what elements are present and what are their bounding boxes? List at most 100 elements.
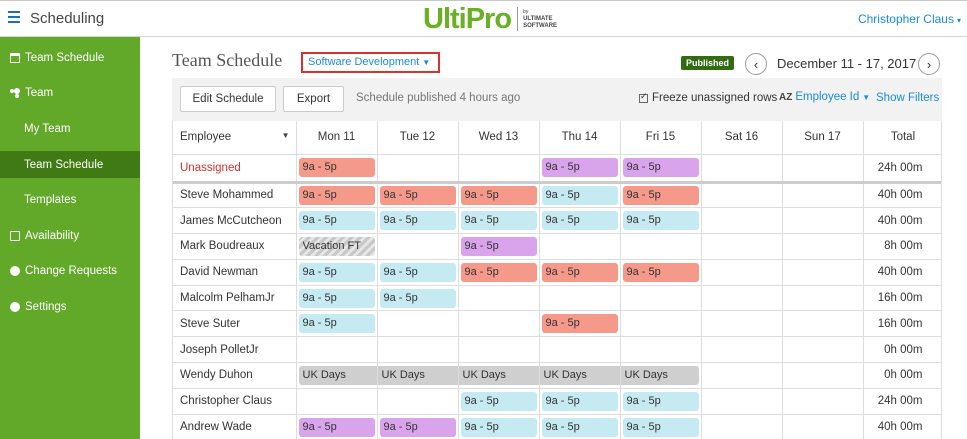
shift-block[interactable]: 9a - 5p (379, 288, 456, 308)
shift-block[interactable]: 9a - 5p (298, 262, 375, 282)
shift-block[interactable]: 9a - 5p (460, 262, 537, 282)
schedule-cell[interactable]: 9a - 5p (458, 259, 540, 286)
shift-block[interactable]: 9a - 5p (622, 158, 699, 177)
schedule-cell[interactable]: 9a - 5p (458, 207, 540, 235)
column-header-employee[interactable]: Employee ▼ (173, 121, 297, 155)
export-button[interactable]: Export (283, 86, 344, 112)
shift-block[interactable]: 9a - 5p (541, 391, 618, 411)
schedule-cell[interactable] (620, 336, 702, 364)
shift-block[interactable]: 9a - 5p (460, 185, 537, 205)
schedule-cell[interactable]: 9a - 5p (377, 182, 459, 209)
shift-block[interactable]: 9a - 5p (622, 391, 699, 411)
schedule-cell[interactable]: 9a - 5p (458, 414, 540, 439)
time-off-block[interactable]: UK Days (539, 365, 620, 385)
shift-block[interactable]: 9a - 5p (622, 417, 699, 437)
schedule-cell[interactable]: 9a - 5p (296, 207, 378, 235)
employee-name[interactable]: Unassigned (173, 154, 297, 184)
sidebar-item-change-requests[interactable]: Change Requests (0, 257, 140, 284)
freeze-unassigned-toggle[interactable]: Freeze unassigned rows (639, 91, 777, 104)
schedule-cell[interactable]: 9a - 5p (539, 310, 621, 338)
shift-block[interactable]: 9a - 5p (541, 158, 618, 177)
shift-block[interactable]: 9a - 5p (379, 211, 456, 231)
schedule-cell[interactable] (782, 154, 864, 184)
shift-block[interactable]: 9a - 5p (460, 211, 537, 231)
previous-week-button[interactable]: ‹ (745, 53, 767, 75)
schedule-cell[interactable]: Vacation FT (296, 233, 378, 260)
schedule-cell[interactable]: 9a - 5p (296, 414, 378, 439)
shift-block[interactable]: 9a - 5p (298, 185, 375, 205)
employee-name[interactable]: David Newman (173, 259, 297, 286)
schedule-cell[interactable]: 9a - 5p (296, 259, 378, 286)
schedule-cell[interactable]: 9a - 5p (620, 182, 702, 209)
schedule-cell[interactable]: 9a - 5p (377, 207, 459, 235)
shift-block[interactable]: 9a - 5p (379, 262, 456, 282)
employee-name[interactable]: Wendy Duhon (173, 362, 297, 389)
schedule-cell[interactable]: 9a - 5p (539, 388, 621, 415)
schedule-cell[interactable] (782, 362, 864, 389)
schedule-cell[interactable]: 9a - 5p (296, 182, 378, 209)
schedule-cell[interactable] (701, 154, 783, 184)
shift-block[interactable]: 9a - 5p (460, 236, 537, 256)
schedule-cell[interactable]: 9a - 5p (296, 285, 378, 312)
shift-block[interactable]: 9a - 5p (298, 417, 375, 437)
time-off-block[interactable]: UK Days (377, 365, 458, 385)
caret-down-icon[interactable]: ▼ (282, 131, 290, 140)
shift-block[interactable]: 9a - 5p (541, 417, 618, 437)
next-week-button[interactable]: › (918, 53, 940, 75)
sidebar-item-templates[interactable]: Templates (0, 186, 140, 213)
schedule-cell[interactable] (620, 310, 702, 338)
shift-block[interactable]: 9a - 5p (460, 417, 537, 437)
shift-block[interactable]: 9a - 5p (541, 314, 618, 334)
schedule-cell[interactable]: 9a - 5p (377, 285, 459, 312)
time-off-block[interactable]: UK Days (458, 365, 539, 385)
shift-block[interactable]: 9a - 5p (298, 211, 375, 231)
shift-block[interactable]: 9a - 5p (379, 417, 456, 437)
department-dropdown[interactable]: Software Development ▼ (301, 52, 440, 73)
schedule-cell[interactable] (701, 310, 783, 338)
schedule-cell[interactable] (782, 388, 864, 415)
sidebar-item-availability[interactable]: Availability (0, 222, 140, 249)
employee-name[interactable]: Steve Mohammed (173, 182, 297, 209)
employee-name[interactable]: Mark Boudreaux (173, 233, 297, 260)
sidebar-item-team[interactable]: Team (0, 79, 140, 106)
schedule-cell[interactable]: 9a - 5p (458, 182, 540, 209)
vacation-block[interactable]: Vacation FT (298, 236, 375, 256)
sidebar-item-settings[interactable]: Settings (0, 293, 140, 320)
schedule-cell[interactable] (701, 207, 783, 235)
employee-name[interactable]: Joseph PolletJr (173, 336, 297, 364)
schedule-cell[interactable] (782, 207, 864, 235)
schedule-cell[interactable] (296, 388, 378, 415)
shift-block[interactable]: 9a - 5p (379, 185, 456, 205)
schedule-cell[interactable] (701, 414, 783, 439)
sort-dropdown[interactable]: AZ Employee Id ▼ (779, 91, 870, 103)
schedule-cell[interactable]: 9a - 5p (620, 388, 702, 415)
schedule-cell[interactable] (782, 182, 864, 209)
schedule-cell[interactable] (782, 336, 864, 364)
schedule-cell[interactable] (296, 336, 378, 364)
shift-block[interactable]: 9a - 5p (622, 262, 699, 282)
sidebar-item-team-schedule-sub[interactable]: Team Schedule (0, 151, 140, 178)
schedule-cell[interactable]: 9a - 5p (620, 414, 702, 439)
schedule-cell[interactable] (458, 285, 540, 312)
schedule-cell[interactable] (620, 233, 702, 260)
schedule-cell[interactable] (782, 233, 864, 260)
employee-name[interactable]: Christopher Claus (173, 388, 297, 415)
schedule-cell[interactable] (377, 336, 459, 364)
shift-block[interactable]: 9a - 5p (622, 185, 699, 205)
shift-block[interactable]: 9a - 5p (622, 211, 699, 231)
time-off-block[interactable]: UK Days (620, 365, 699, 385)
user-menu[interactable]: Christopher Claus ▾ (858, 12, 961, 26)
schedule-cell[interactable] (701, 336, 783, 364)
hamburger-menu-icon[interactable] (8, 11, 20, 23)
shift-block[interactable]: 9a - 5p (298, 158, 375, 177)
employee-name[interactable]: Steve Suter (173, 310, 297, 338)
shift-block[interactable]: 9a - 5p (541, 185, 618, 205)
schedule-cell[interactable] (458, 336, 540, 364)
schedule-cell[interactable] (377, 388, 459, 415)
schedule-cell[interactable] (701, 233, 783, 260)
employee-name[interactable]: Andrew Wade (173, 414, 297, 439)
schedule-cell[interactable] (458, 310, 540, 338)
schedule-cell[interactable]: 9a - 5p (539, 154, 621, 184)
schedule-cell[interactable]: 9a - 5p (620, 154, 702, 184)
schedule-cell[interactable]: UK Days (458, 362, 540, 389)
